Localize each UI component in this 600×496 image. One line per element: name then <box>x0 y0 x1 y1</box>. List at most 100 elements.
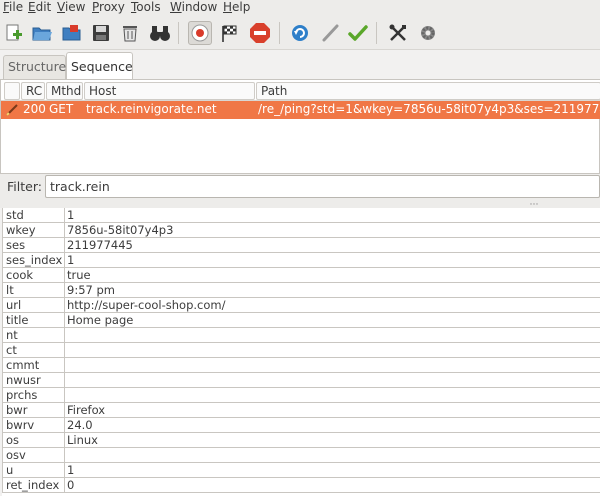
tools-button[interactable] <box>386 21 410 45</box>
filter-label: Filter: <box>7 179 42 194</box>
column-host[interactable]: Host <box>84 82 255 100</box>
menu-edit[interactable]: Edit <box>28 0 51 16</box>
param-key: nwusr <box>2 373 65 388</box>
menu-file[interactable]: File <box>3 0 23 16</box>
param-value: 0 <box>67 478 75 492</box>
save-button[interactable] <box>89 21 113 45</box>
request-method: GET <box>49 102 74 116</box>
parameters-table: std 1 wkey 7856u-58it07y4p3 ses 211977445 ses_… <box>2 208 600 496</box>
stop-button[interactable] <box>248 21 272 45</box>
param-value <box>67 328 597 343</box>
param-value: true <box>67 268 91 282</box>
delete-button[interactable] <box>118 21 142 45</box>
request-path: /re_/ping?std=1&wkey=7856u-58it07y4p3&se… <box>258 102 600 116</box>
table-row[interactable]: os Linux <box>2 433 600 448</box>
param-value: 1 <box>67 253 75 267</box>
table-row[interactable]: wkey 7856u-58it07y4p3 <box>2 223 600 238</box>
table-row[interactable]: std 1 <box>2 208 600 223</box>
request-list-header: RC Mthd Host Path <box>1 80 600 101</box>
repeat-button[interactable] <box>288 21 312 45</box>
validate-button[interactable] <box>346 21 370 45</box>
open-button[interactable] <box>30 21 54 45</box>
table-row[interactable]: ret_index 0 <box>2 478 600 493</box>
request-row[interactable]: 200 GET track.reinvigorate.net /re_/ping… <box>1 101 600 119</box>
grip-icon <box>530 203 538 205</box>
toolbar <box>0 16 600 50</box>
table-row[interactable]: bwr Firefox <box>2 403 600 418</box>
table-row[interactable]: cmmt <box>2 358 600 373</box>
param-key: prchs <box>2 388 65 403</box>
table-row[interactable]: nt <box>2 328 600 343</box>
param-value <box>67 448 597 463</box>
table-row[interactable]: osv <box>2 448 600 463</box>
menu-proxy[interactable]: Proxy <box>92 0 125 16</box>
table-row[interactable]: url http://super-cool-shop.com/ <box>2 298 600 313</box>
table-row[interactable]: bwrv 24.0 <box>2 418 600 433</box>
record-button[interactable] <box>188 21 212 45</box>
column-path[interactable]: Path <box>256 82 600 100</box>
repeat-icon <box>292 25 308 41</box>
param-key: bwrv <box>2 418 65 433</box>
param-key: wkey <box>2 223 65 238</box>
tools-icon <box>389 24 406 41</box>
tab-sequence[interactable]: Sequence <box>66 52 133 79</box>
param-key: title <box>2 313 65 328</box>
menu-tools[interactable]: Tools <box>131 0 161 16</box>
filter-bar: Filter: <box>0 174 600 200</box>
column-status-icon[interactable] <box>4 82 20 100</box>
table-row[interactable]: title Home page <box>2 313 600 328</box>
param-value: Linux <box>67 433 98 447</box>
table-row[interactable]: ct <box>2 343 600 358</box>
filter-input[interactable] <box>45 175 600 198</box>
param-value: 9:57 pm <box>67 283 115 297</box>
param-value: 211977445 <box>67 238 133 252</box>
param-value: http://super-cool-shop.com/ <box>67 298 226 312</box>
table-row[interactable]: ses_index 1 <box>2 253 600 268</box>
table-row[interactable]: prchs <box>2 388 600 403</box>
menu-window[interactable]: Window <box>170 0 217 16</box>
save-icon <box>93 25 109 41</box>
column-method[interactable]: Mthd <box>46 82 83 100</box>
toolbar-separator <box>279 22 280 44</box>
param-key: bwr <box>2 403 65 418</box>
breakpoint-button[interactable] <box>218 21 242 45</box>
pencil-icon <box>6 104 18 116</box>
new-session-button[interactable] <box>2 21 26 45</box>
panel-splitter[interactable] <box>0 200 600 208</box>
param-key: u <box>2 463 65 478</box>
view-tabs: Structure Sequence <box>0 52 600 79</box>
param-key: cmmt <box>2 358 65 373</box>
table-row[interactable]: u1 <box>2 463 600 478</box>
validate-icon <box>348 25 368 41</box>
import-button[interactable] <box>60 21 84 45</box>
table-row[interactable]: nwusr <box>2 373 600 388</box>
settings-button[interactable] <box>416 21 440 45</box>
find-button[interactable] <box>148 21 172 45</box>
record-icon <box>191 24 209 42</box>
param-value <box>67 343 597 358</box>
menu-help[interactable]: Help <box>223 0 250 16</box>
param-key: osv <box>2 448 65 463</box>
edit-button[interactable] <box>318 21 342 45</box>
param-key: lt <box>2 283 65 298</box>
table-row[interactable]: ses 211977445 <box>2 238 600 253</box>
menu-view[interactable]: View <box>57 0 85 16</box>
column-rc[interactable]: RC <box>21 82 45 100</box>
param-value <box>67 388 597 403</box>
menu-bar: File Edit View Proxy Tools Window Help <box>0 0 600 16</box>
param-value: 7856u-58it07y4p3 <box>67 223 174 237</box>
param-value: Home page <box>67 313 134 327</box>
request-rc: 200 <box>23 102 46 116</box>
param-value: 1 <box>67 463 75 477</box>
request-list: RC Mthd Host Path 200 GET track.reinvigo… <box>0 79 600 174</box>
tab-structure[interactable]: Structure <box>3 55 66 79</box>
settings-icon <box>421 26 435 40</box>
param-value: 24.0 <box>67 418 93 432</box>
param-value: Firefox <box>67 403 106 417</box>
table-row[interactable]: lt 9:57 pm <box>2 283 600 298</box>
table-row[interactable]: cook true <box>2 268 600 283</box>
binoculars-icon <box>150 26 170 41</box>
toolbar-separator <box>178 22 179 44</box>
new-session-icon <box>6 24 22 41</box>
request-host: track.reinvigorate.net <box>86 102 217 116</box>
